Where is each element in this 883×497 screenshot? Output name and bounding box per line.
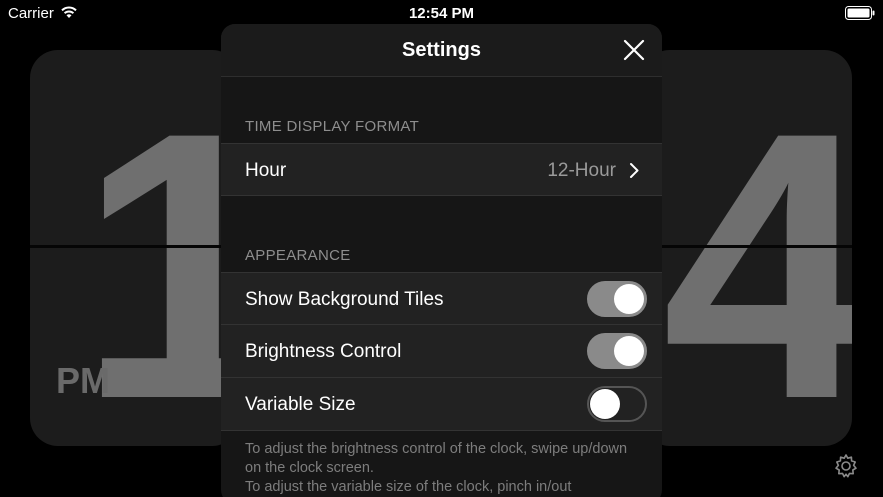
toggle-knob — [614, 284, 644, 314]
battery-icon — [845, 6, 875, 20]
footnote: To adjust the brightness control of the … — [245, 440, 645, 497]
hour-format-row[interactable]: Hour 12-Hour — [221, 143, 662, 196]
hour-row-label: Hour — [245, 160, 287, 181]
minute-tile: 4 — [642, 50, 852, 446]
footnote-variable-size: To adjust the variable size of the clock… — [245, 479, 572, 495]
close-icon[interactable] — [622, 38, 646, 62]
settings-sheet: Settings TIME DISPLAY FORMAT Hour 12-Hou… — [221, 24, 662, 497]
footnote-brightness: To adjust the brightness control of the … — [245, 441, 628, 476]
background-tiles-toggle[interactable] — [587, 281, 647, 317]
minute-digit: 4 — [662, 53, 852, 447]
variable-size-toggle[interactable] — [587, 386, 647, 422]
chevron-right-icon — [630, 163, 639, 178]
toggle-label: Show Background Tiles — [245, 289, 444, 310]
toggle-knob — [614, 336, 644, 366]
hour-tile: 1 PM — [30, 50, 240, 446]
tile-split-line — [30, 245, 240, 248]
status-bar: Carrier 12:54 PM — [0, 0, 883, 26]
tile-split-line — [642, 245, 852, 248]
status-time: 12:54 PM — [408, 5, 475, 22]
sheet-title: Settings — [402, 39, 481, 61]
sheet-header: Settings — [221, 24, 662, 77]
time-format-section-label: TIME DISPLAY FORMAT — [245, 118, 420, 135]
hour-row-value: 12-Hour — [547, 160, 616, 181]
ampm-label: PM — [56, 360, 110, 401]
toggle-label: Brightness Control — [245, 341, 402, 362]
appearance-section-label: APPEARANCE — [245, 247, 351, 264]
toggle-label: Variable Size — [245, 394, 356, 415]
toggle-row-brightness-control: Brightness Control — [221, 325, 662, 378]
toggle-knob — [590, 389, 620, 419]
gear-icon[interactable] — [832, 452, 860, 480]
brightness-control-toggle[interactable] — [587, 333, 647, 369]
toggle-row-variable-size: Variable Size — [221, 378, 662, 431]
toggle-row-background-tiles: Show Background Tiles — [221, 272, 662, 325]
